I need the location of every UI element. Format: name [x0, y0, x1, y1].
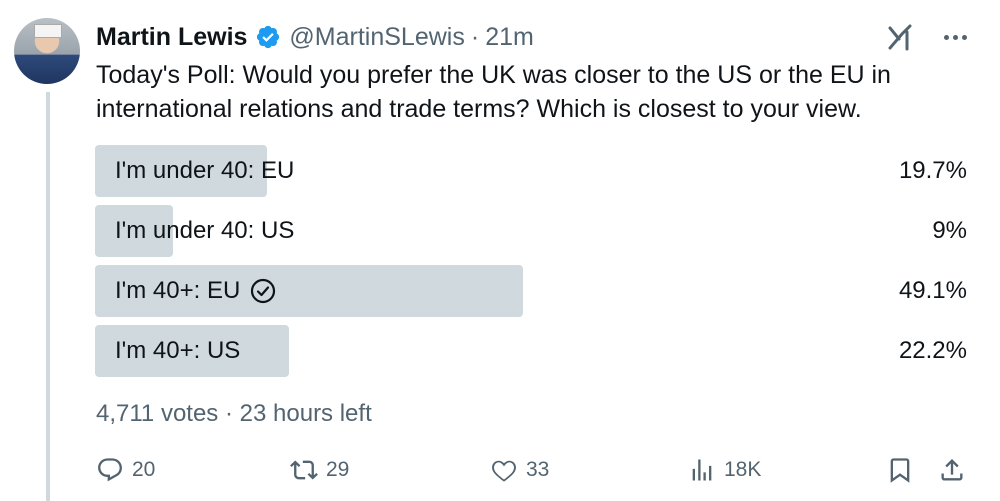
- reply-count: 20: [132, 458, 156, 481]
- poll-time-left: 23 hours left: [239, 400, 372, 427]
- poll-option-label: I'm 40+: US: [115, 337, 241, 364]
- tweet-top-actions: [886, 22, 970, 52]
- views-count: 18K: [724, 458, 762, 481]
- grok-icon[interactable]: [886, 22, 916, 52]
- poll-option-label: I'm under 40: EU: [115, 157, 295, 184]
- repost-icon: [290, 460, 318, 480]
- check-circle-icon: [251, 278, 276, 304]
- poll-option: I'm under 40: US 9%: [95, 205, 967, 257]
- bookmark-icon: [890, 458, 910, 483]
- tweet-time[interactable]: 21m: [485, 23, 534, 52]
- poll-meta-separator: ·: [224, 400, 233, 427]
- author-name[interactable]: Martin Lewis: [96, 23, 247, 52]
- poll-option: I'm under 40: EU 19.7%: [95, 145, 967, 197]
- like-count: 33: [526, 458, 550, 481]
- views-icon: [692, 459, 712, 481]
- header-separator: ·: [470, 22, 480, 51]
- poll-option-label: I'm under 40: US: [115, 217, 295, 244]
- reply-button[interactable]: 20: [96, 450, 155, 490]
- views-button[interactable]: 18K: [688, 450, 761, 490]
- poll-meta: 4,711 votes · 23 hours left: [96, 400, 372, 428]
- avatar[interactable]: [14, 18, 80, 84]
- tweet-actions: 20 29 33 18K: [96, 450, 968, 490]
- verified-badge-icon[interactable]: [255, 24, 281, 50]
- poll-option-percent: 49.1%: [898, 277, 967, 304]
- more-icon[interactable]: [940, 22, 970, 52]
- poll-votes: 4,711 votes: [96, 400, 219, 427]
- share-icon: [941, 459, 963, 481]
- poll-option-percent: 22.2%: [898, 337, 967, 364]
- poll-option: I'm 40+: US 22.2%: [95, 325, 967, 377]
- repost-count: 29: [326, 458, 350, 481]
- reply-icon: [98, 458, 122, 482]
- poll-option-percent: 19.7%: [898, 157, 967, 184]
- poll-option-label: I'm 40+: EU: [115, 277, 241, 304]
- bookmark-button[interactable]: [886, 450, 914, 490]
- poll: I'm under 40: EU 19.7% I'm under 40: US …: [95, 145, 967, 385]
- tweet-header: Martin Lewis @MartinSLewis · 21m: [96, 20, 534, 54]
- thread-line: [46, 92, 50, 501]
- author-handle[interactable]: @MartinSLewis: [289, 23, 464, 52]
- repost-button[interactable]: 29: [290, 450, 349, 490]
- poll-option-percent: 9%: [932, 217, 967, 244]
- like-button[interactable]: 33: [490, 450, 549, 490]
- like-icon: [492, 460, 516, 482]
- share-button[interactable]: [938, 450, 966, 490]
- tweet-text: Today's Poll: Would you prefer the UK wa…: [96, 61, 891, 123]
- poll-option: I'm 40+: EU 49.1%: [95, 265, 967, 317]
- avatar-sign: [34, 24, 62, 38]
